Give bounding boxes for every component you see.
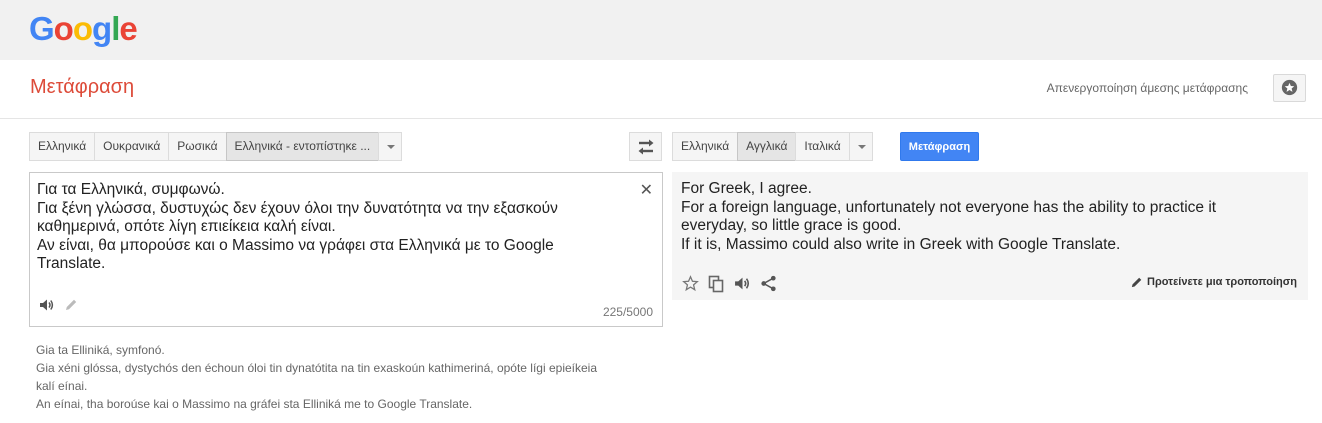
- translation-result: For Greek, I agree. For a foreign langua…: [672, 172, 1308, 300]
- source-transliteration: Gia ta Elliniká, symfonó. Gia xéni glóssa…: [36, 341, 656, 413]
- star-icon[interactable]: [682, 275, 699, 298]
- logo-letter: o: [53, 10, 74, 47]
- share-icon[interactable]: [760, 275, 777, 298]
- clear-icon[interactable]: ✕: [640, 180, 653, 200]
- logo-letter: o: [72, 10, 93, 47]
- swap-arrows-icon: [638, 139, 654, 155]
- google-logo[interactable]: Google: [29, 10, 138, 48]
- logo-letter: G: [29, 10, 55, 47]
- result-actions: [682, 275, 777, 298]
- character-count: 225/5000: [602, 305, 653, 319]
- speaker-icon[interactable]: [734, 275, 751, 298]
- pencil-icon: [1131, 277, 1142, 288]
- page-header: Μετάφραση Απενεργοποίηση άμεσης μετάφρασ…: [0, 60, 1322, 119]
- star-circle-icon: [1281, 79, 1298, 96]
- logo-letter: e: [119, 10, 137, 47]
- translated-text: For Greek, I agree. For a foreign langua…: [681, 180, 1217, 253]
- target-lang-0[interactable]: Ελληνικά: [672, 132, 739, 161]
- source-language-dropdown[interactable]: [378, 132, 403, 161]
- source-lang-2[interactable]: Ρωσικά: [168, 132, 227, 161]
- target-lang-2[interactable]: Ιταλικά: [795, 132, 850, 161]
- copy-icon[interactable]: [708, 275, 725, 298]
- transliteration-line: kalí eínai.: [36, 379, 88, 393]
- suggest-edit-link[interactable]: Προτείνετε μια τροποποίηση: [1131, 276, 1297, 288]
- target-language-dropdown[interactable]: [848, 132, 873, 161]
- instant-translation-toggle[interactable]: Απενεργοποίηση άμεσης μετάφρασης: [1047, 81, 1248, 95]
- source-text[interactable]: Για τα Ελληνικά, συμφωνώ. Για ξένη γλώσσ…: [37, 181, 642, 274]
- source-lang-0[interactable]: Ελληνικά: [29, 132, 96, 161]
- suggest-edit-label: Προτείνετε μια τροποποίηση: [1147, 276, 1297, 288]
- saved-phrases-button[interactable]: [1273, 74, 1306, 102]
- top-bar: Google: [0, 0, 1322, 60]
- transliteration-line: Gia xéni glóssa, dystychós den échoun ól…: [36, 361, 598, 375]
- source-lang-1[interactable]: Ουκρανικά: [94, 132, 170, 161]
- handwriting-pencil-icon[interactable]: [64, 298, 78, 317]
- source-lang-3[interactable]: Ελληνικά - εντοπίστηκε ...: [225, 132, 380, 161]
- translate-button[interactable]: Μετάφραση: [900, 132, 979, 161]
- transliteration-line: Gia ta Elliniká, symfonó.: [36, 343, 165, 357]
- source-language-bar: Ελληνικά Ουκρανικά Ρωσικά Ελληνικά - εντοπί…: [29, 132, 403, 161]
- source-text-area[interactable]: Για τα Ελληνικά, συμφωνώ. Για ξένη γλώσσ…: [29, 172, 663, 327]
- page-title: Μετάφραση: [30, 76, 135, 98]
- logo-letter: g: [92, 10, 112, 47]
- swap-languages-button[interactable]: [629, 132, 662, 161]
- transliteration-line: An eínai, tha boroúse kai o Massimo na g…: [36, 397, 473, 411]
- speaker-icon[interactable]: [39, 298, 55, 317]
- target-lang-1[interactable]: Αγγλικά: [737, 132, 797, 161]
- target-language-bar: Ελληνικά Αγγλικά Ιταλικά: [672, 132, 873, 161]
